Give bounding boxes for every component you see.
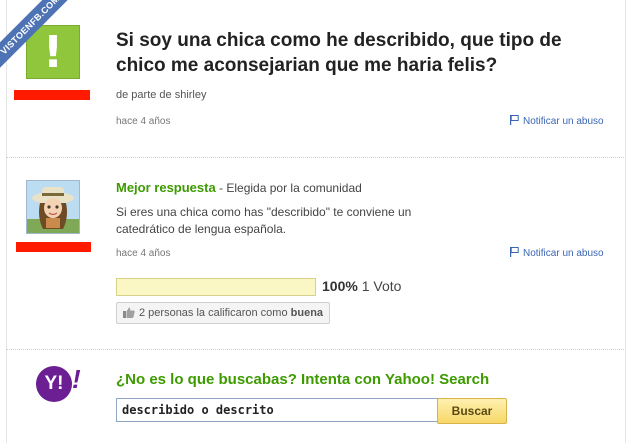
search-button[interactable]: Buscar (437, 398, 507, 424)
rate-button-value: buena (290, 307, 324, 319)
yahoo-logo-icon[interactable]: Y! (36, 366, 72, 402)
yahoo-search-prompt: ¿No es lo que buscabas? Intenta con Yaho… (116, 371, 490, 388)
report-abuse-link[interactable]: Notificar un abuso (510, 247, 604, 259)
flag-icon (510, 247, 519, 257)
question-time: hace 4 años (116, 116, 171, 127)
question-title: Si soy una chica como he describido, que… (116, 30, 562, 76)
best-answer-heading: Mejor respuesta - Elegida por la comunid… (116, 180, 362, 195)
rating-percent: 100% (322, 278, 358, 294)
rating-summary: 100% 1 Voto (322, 278, 401, 294)
avatar-illustration (27, 181, 79, 233)
rate-good-button[interactable]: 2 personas la calificaron como buena (116, 302, 331, 324)
report-abuse-label: Notificar un abuso (523, 116, 604, 127)
redacted-username (16, 242, 91, 252)
answer-text: Si eres una chica como has "describido" … (116, 205, 412, 236)
section-divider (6, 349, 624, 350)
answer-avatar[interactable] (26, 180, 80, 234)
flag-icon (510, 115, 519, 125)
rate-button-text: 2 personas la calificaron como (139, 307, 291, 319)
report-abuse-link[interactable]: Notificar un abuso (510, 115, 604, 127)
best-answer-label: Mejor respuesta (116, 180, 216, 195)
redacted-username (14, 90, 90, 100)
thumbs-up-icon (123, 307, 135, 318)
search-input[interactable] (116, 398, 438, 422)
rating-bar (116, 278, 316, 296)
yahoo-bang-icon: ! (72, 364, 81, 394)
report-abuse-label: Notificar un abuso (523, 248, 604, 259)
section-divider (6, 157, 624, 158)
chosen-by-label: - Elegida por la comunidad (215, 181, 362, 195)
rating-votes: 1 Voto (357, 278, 402, 294)
question-author: de parte de shirley (116, 89, 207, 101)
answer-time: hace 4 años (116, 248, 171, 259)
